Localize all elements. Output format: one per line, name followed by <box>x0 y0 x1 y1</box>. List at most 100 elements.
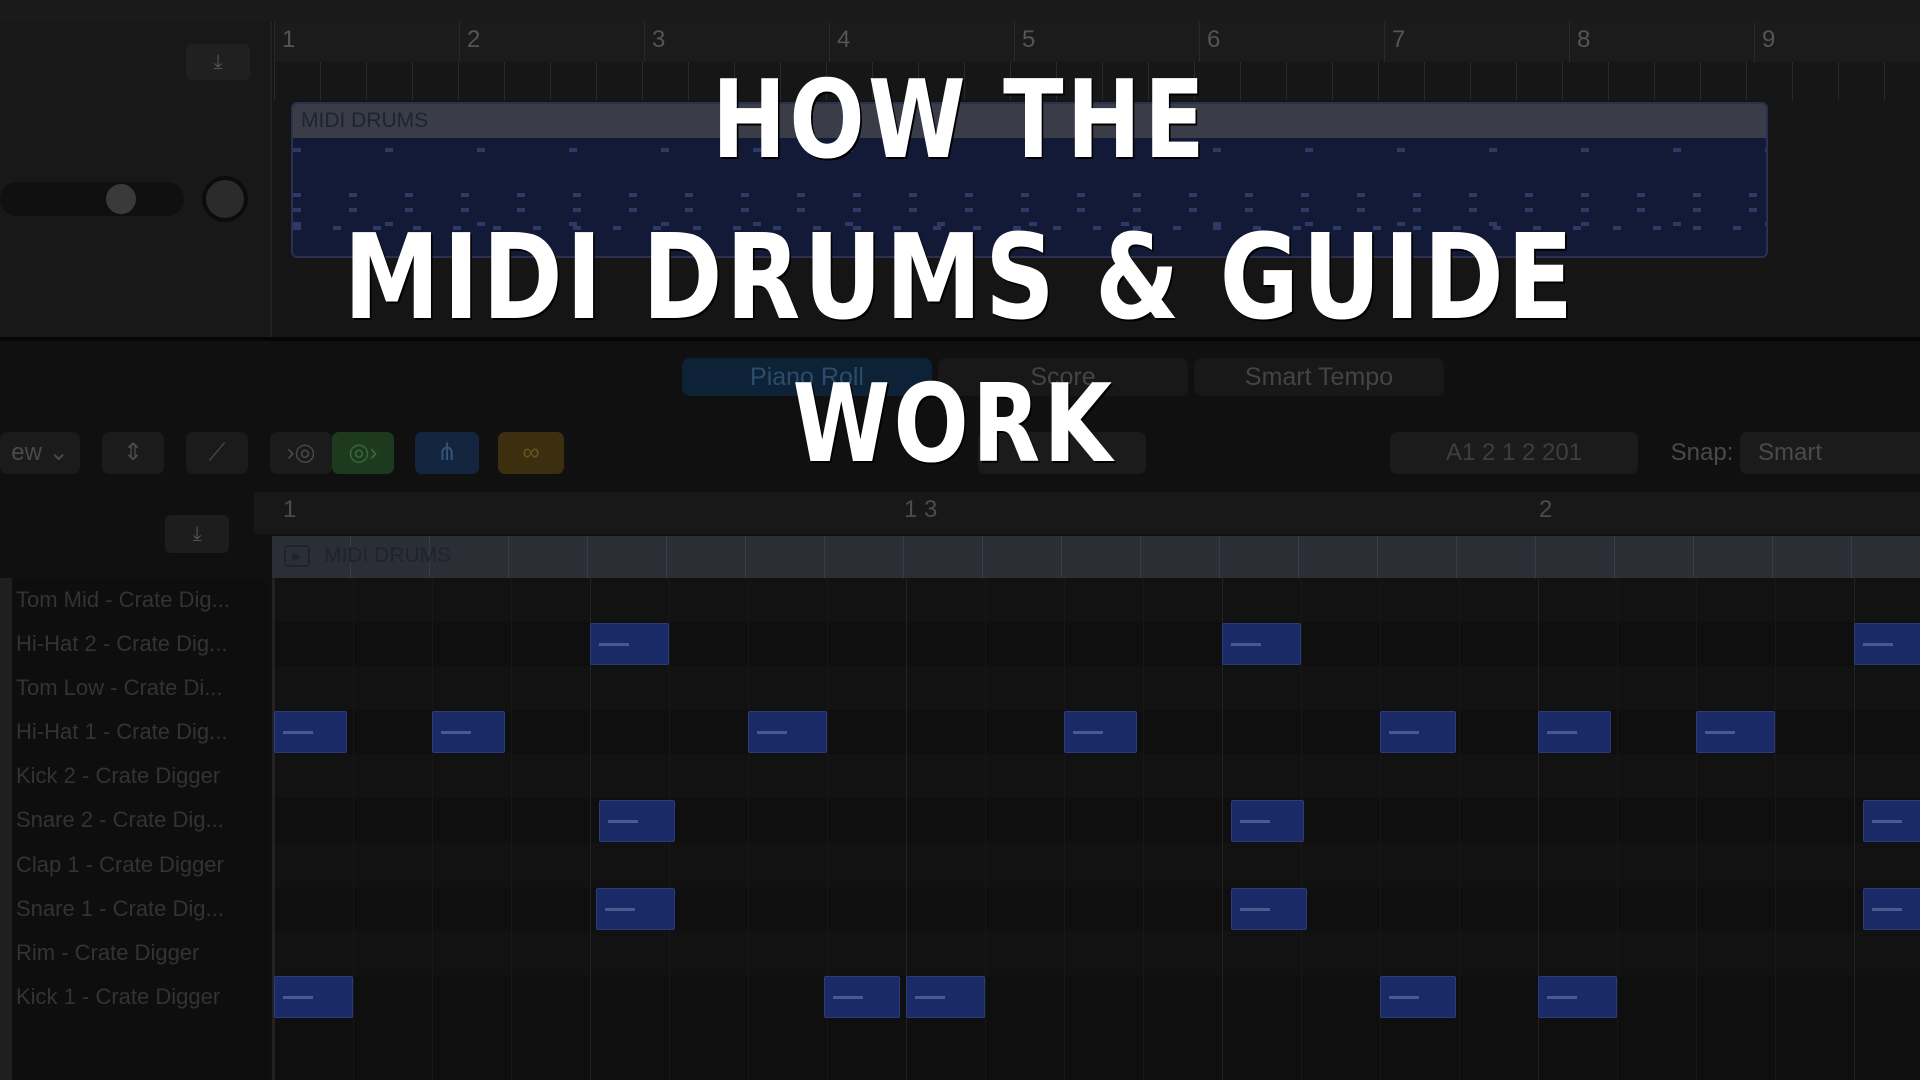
bar-number: 5 <box>1022 26 1036 53</box>
view-menu[interactable]: ew ⌄ <box>0 432 80 474</box>
midi-note[interactable] <box>823 975 900 1018</box>
automation-icon[interactable]: ⟋ <box>186 432 248 474</box>
editor-ruler[interactable]: 1 1 3 2 <box>254 492 1920 534</box>
grid-line <box>1064 578 1065 1080</box>
midi-out-icon[interactable]: ◎› <box>332 432 394 474</box>
drum-row-label[interactable]: Rim - Crate Digger <box>12 931 270 975</box>
slider-thumb[interactable] <box>106 184 136 214</box>
note-grid[interactable] <box>272 578 1920 1080</box>
grid-line <box>1143 578 1144 1080</box>
position-display: A1 2 1 2 201 <box>1390 432 1638 474</box>
midi-note[interactable] <box>906 975 985 1018</box>
grid-row <box>274 975 1920 1019</box>
control-bar <box>0 0 1920 22</box>
midi-note[interactable] <box>1863 799 1920 842</box>
grid-line <box>511 578 512 1080</box>
drum-row-labels: Tom Mid - Crate Dig... Hi-Hat 2 - Crate D… <box>12 578 270 1080</box>
bar-number: 8 <box>1577 26 1591 53</box>
ruler-label: 2 <box>1539 496 1553 523</box>
ruler-ticks <box>274 62 1920 100</box>
bar-number: 4 <box>837 26 851 53</box>
mini-notes <box>293 148 1766 152</box>
snap-label: Snap: <box>1670 439 1734 466</box>
midi-note[interactable] <box>1222 623 1301 666</box>
midi-note[interactable] <box>1064 711 1137 754</box>
drum-row-label[interactable]: Hi-Hat 1 - Crate Dig... <box>12 710 270 754</box>
download-icon[interactable]: ⤓ <box>165 515 229 553</box>
ruler-label: 1 <box>283 496 297 523</box>
midi-note[interactable] <box>1380 711 1456 754</box>
grid-row <box>274 842 1920 887</box>
editor-region-bar[interactable]: ▶ MIDI DRUMS <box>272 536 1920 578</box>
midi-note[interactable] <box>274 975 353 1018</box>
grid-row <box>274 799 1920 843</box>
midi-note[interactable] <box>748 711 827 754</box>
midi-note[interactable] <box>1538 711 1611 754</box>
drum-row-label[interactable]: Clap 1 - Crate Digger <box>12 843 270 887</box>
midi-note[interactable] <box>1380 975 1456 1018</box>
tracks-area: ⤓ 1 2 3 4 5 6 7 8 9 MIDI DRUMS <box>0 0 1920 337</box>
drum-row-label[interactable]: Kick 1 - Crate Digger <box>12 975 270 1019</box>
region-name: MIDI DRUMS <box>293 104 1766 138</box>
snap-select[interactable]: Smart <box>1740 432 1920 474</box>
mini-notes <box>293 226 1766 230</box>
grid-row <box>274 622 1920 666</box>
grid-line <box>1459 578 1460 1080</box>
bar-ruler[interactable]: 1 2 3 4 5 6 7 8 9 <box>274 22 1920 100</box>
bar-number: 3 <box>652 26 666 53</box>
collapse-icon[interactable]: ⇕ <box>102 432 164 474</box>
drum-row-label[interactable]: Hi-Hat 2 - Crate Dig... <box>12 622 270 666</box>
drum-row-label[interactable]: Kick 2 - Crate Digger <box>12 754 270 798</box>
editor-tabs: Piano Roll Score Smart Tempo <box>682 358 1444 396</box>
midi-region[interactable]: MIDI DRUMS <box>291 102 1768 258</box>
bar-number: 9 <box>1762 26 1776 53</box>
midi-note[interactable] <box>596 887 676 930</box>
midi-note[interactable] <box>1863 887 1920 930</box>
mini-notes <box>293 193 1766 197</box>
midi-note[interactable] <box>1231 799 1305 842</box>
bar-number: 2 <box>467 26 481 53</box>
grid-row <box>274 754 1920 799</box>
midi-note[interactable] <box>1854 623 1920 666</box>
drum-row-label[interactable]: Tom Mid - Crate Dig... <box>12 578 270 622</box>
grid-row <box>274 930 1920 975</box>
play-icon: ▶ <box>284 545 310 567</box>
ruler-label: 1 3 <box>904 496 938 523</box>
grid-line <box>985 578 986 1080</box>
drum-row-label[interactable]: Snare 2 - Crate Dig... <box>12 798 270 842</box>
grid-line <box>1617 578 1618 1080</box>
tab-smart-tempo[interactable]: Smart Tempo <box>1194 358 1444 396</box>
editor-toolbar: ew ⌄ ⇕ ⟋ ›◎ ◎› ⋔ ∞ ⌄ A1 2 1 2 201 Snap: … <box>0 432 1920 476</box>
midi-note[interactable] <box>1538 975 1617 1018</box>
grid-line <box>1775 578 1776 1080</box>
bar-number: 7 <box>1392 26 1406 53</box>
pan-knob[interactable] <box>202 176 248 222</box>
drum-row-label[interactable]: Snare 1 - Crate Dig... <box>12 887 270 931</box>
quantize-icon[interactable]: ⋔ <box>415 432 479 474</box>
tab-piano-roll[interactable]: Piano Roll <box>682 358 932 396</box>
grid-row <box>274 887 1920 931</box>
grid-line <box>353 578 354 1080</box>
grid-line <box>748 578 749 1080</box>
tab-score[interactable]: Score <box>938 358 1188 396</box>
midi-note[interactable] <box>590 623 669 666</box>
midi-note[interactable] <box>432 711 505 754</box>
drum-row-label[interactable]: Tom Low - Crate Di... <box>12 666 270 710</box>
grid-line <box>1696 578 1697 1080</box>
grid-row <box>274 666 1920 711</box>
link-icon[interactable]: ∞ <box>498 432 564 474</box>
midi-note[interactable] <box>274 711 347 754</box>
midi-in-icon[interactable]: ›◎ <box>270 432 332 474</box>
bar-number: 6 <box>1207 26 1221 53</box>
midi-note[interactable] <box>599 799 676 842</box>
volume-slider[interactable] <box>0 182 184 216</box>
mini-notes <box>293 208 1766 212</box>
midi-note[interactable] <box>1231 887 1308 930</box>
midi-note[interactable] <box>1696 711 1775 754</box>
bar-number: 1 <box>282 26 296 53</box>
download-icon[interactable]: ⤓ <box>186 44 250 80</box>
piano-keys[interactable] <box>0 578 12 1080</box>
editor-region-name: MIDI DRUMS <box>324 544 452 567</box>
tool-menu[interactable]: ⌄ <box>978 432 1146 474</box>
view-label: ew <box>11 439 42 466</box>
